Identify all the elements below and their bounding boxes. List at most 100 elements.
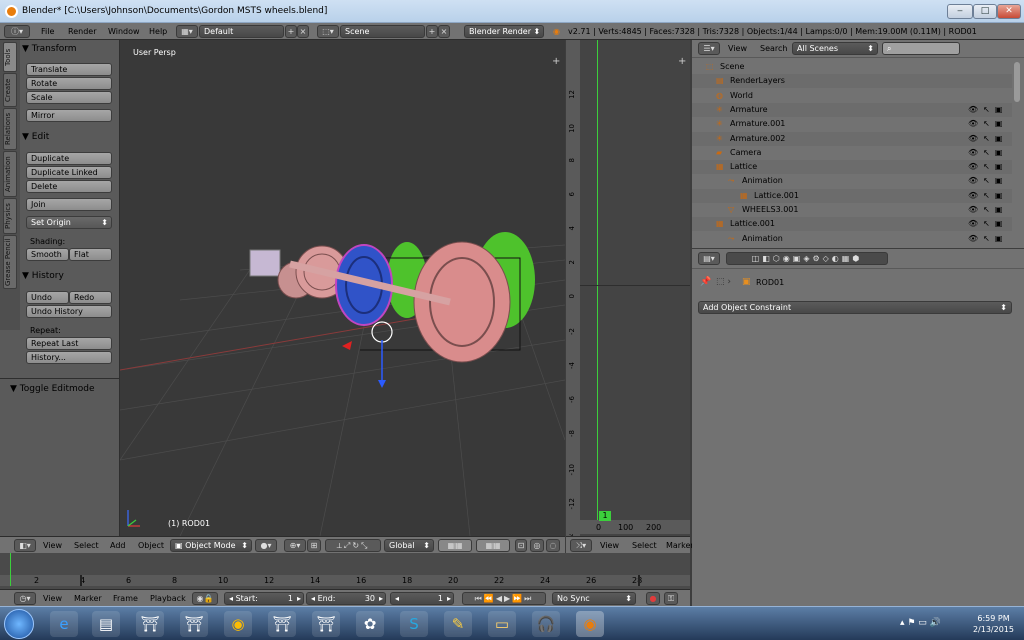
internet-explorer-icon[interactable]: e bbox=[50, 611, 78, 637]
timeline-menu-frame[interactable]: Frame bbox=[113, 594, 138, 603]
pin-icon[interactable]: 📌 bbox=[700, 277, 711, 287]
orientation-select[interactable]: Global ⬍ bbox=[384, 539, 434, 552]
outliner-row[interactable]: ✳ Armature.002 👁↖▣ bbox=[692, 131, 1012, 146]
preview-range-icon[interactable]: ◉🔒 bbox=[192, 592, 218, 605]
visibility-icons[interactable]: 👁↖▣ bbox=[968, 103, 1007, 117]
undo-history-button[interactable]: Undo History bbox=[26, 305, 112, 318]
menu-file[interactable]: File bbox=[41, 27, 54, 36]
outliner-row[interactable]: ✳ Armature 👁↖▣ bbox=[692, 102, 1012, 117]
outliner-row[interactable]: ▤ RenderLayers bbox=[692, 74, 1012, 89]
visibility-icons[interactable]: 👁↖▣ bbox=[968, 146, 1007, 160]
screen-layout-field[interactable]: Default bbox=[199, 25, 284, 38]
blender-taskbar-icon[interactable]: ◉ bbox=[576, 611, 604, 637]
properties-editor-icon[interactable]: ▤▾ bbox=[698, 252, 720, 265]
scene-field[interactable]: Scene bbox=[340, 25, 425, 38]
add-layout-icon[interactable]: + bbox=[285, 25, 297, 38]
graph-expand-icon[interactable]: + bbox=[678, 56, 686, 67]
graph-editor-icon[interactable]: ⤨▾ bbox=[570, 539, 592, 552]
layers-grid-1[interactable]: ▦▦ bbox=[438, 539, 472, 552]
3d-viewport[interactable]: User Persp (1) ROD01 + bbox=[120, 40, 565, 536]
tab-create[interactable]: Create bbox=[3, 73, 17, 107]
join-button[interactable]: Join bbox=[26, 198, 112, 211]
repeat-last-button[interactable]: Repeat Last bbox=[26, 337, 112, 350]
expand-properties-icon[interactable]: + bbox=[552, 56, 560, 67]
audio-icon[interactable]: 🎧 bbox=[532, 611, 560, 637]
translate-button[interactable]: Translate bbox=[26, 63, 112, 76]
outliner-display-mode[interactable]: All Scenes ⬍ bbox=[792, 42, 878, 55]
timeline-menu-playback[interactable]: Playback bbox=[150, 594, 186, 603]
viewport-menu-object[interactable]: Object bbox=[138, 541, 164, 550]
mirror-button[interactable]: Mirror bbox=[26, 109, 112, 122]
x-manipulator-head[interactable] bbox=[342, 341, 352, 350]
remove-layout-icon[interactable]: × bbox=[297, 25, 309, 38]
visibility-icons[interactable]: 👁↖▣ bbox=[968, 203, 1007, 217]
outliner-row[interactable]: ▦ Lattice.001 👁↖▣ bbox=[692, 188, 1012, 203]
app-icon-5[interactable]: ✿ bbox=[356, 611, 384, 637]
duplicate-button[interactable]: Duplicate bbox=[26, 152, 112, 165]
visibility-icons[interactable]: 👁↖▣ bbox=[968, 132, 1007, 146]
scale-button[interactable]: Scale bbox=[26, 91, 112, 104]
set-origin-select[interactable]: Set Origin ⬍ bbox=[26, 216, 112, 229]
render-engine-select[interactable]: Blender Render ⬍ bbox=[464, 25, 544, 38]
outliner-row[interactable]: ▰ Camera 👁↖▣ bbox=[692, 146, 1012, 160]
scene-icon[interactable]: ⬚▾ bbox=[317, 25, 339, 38]
outliner-search-input[interactable]: ⌕ bbox=[882, 42, 960, 55]
manipulator-modes[interactable]: ⟂⤢↻⤡ bbox=[325, 539, 381, 552]
lock-layers-icon[interactable]: ⊡ bbox=[515, 539, 527, 552]
timeline-menu-view[interactable]: View bbox=[43, 594, 62, 603]
transform-panel-header[interactable]: ▼ Transform bbox=[22, 42, 118, 56]
app-icon-1[interactable]: ⛩ bbox=[136, 611, 164, 637]
duplicate-linked-button[interactable]: Duplicate Linked bbox=[26, 166, 112, 179]
graph-menu-select[interactable]: Select bbox=[632, 541, 657, 550]
outliner-row[interactable]: ▽ WHEELS3.001 👁↖▣ bbox=[692, 203, 1012, 217]
manipulator-toggle-icon[interactable]: ⊞ bbox=[307, 539, 321, 552]
edit-panel-header[interactable]: ▼ Edit bbox=[22, 130, 118, 144]
outliner-row[interactable]: ◍ World bbox=[692, 89, 1012, 103]
tab-relations[interactable]: Relations bbox=[3, 108, 17, 150]
visibility-icons[interactable]: 👁↖▣ bbox=[968, 217, 1007, 231]
viewport-editor-icon[interactable]: ◧▾ bbox=[14, 539, 36, 552]
graph-menu-marker[interactable]: Marker bbox=[666, 541, 694, 550]
pivot-point-icon[interactable]: ⊕▾ bbox=[284, 539, 306, 552]
visibility-icons[interactable]: 👁↖▣ bbox=[968, 232, 1007, 246]
tab-grease-pencil[interactable]: Grease Pencil bbox=[3, 235, 17, 289]
screen-layout-icon[interactable]: ▦▾ bbox=[176, 25, 198, 38]
visibility-icons[interactable]: 👁↖▣ bbox=[968, 174, 1007, 188]
chrome-icon[interactable]: ◉ bbox=[224, 611, 252, 637]
graph-menu-view[interactable]: View bbox=[600, 541, 619, 550]
viewport-shading-icon[interactable]: ●▾ bbox=[255, 539, 277, 552]
current-frame-field[interactable]: ◂ 1 ▸ bbox=[390, 592, 454, 605]
render-preview-icon[interactable]: ◎ bbox=[530, 539, 544, 552]
outliner-menu-view[interactable]: View bbox=[728, 44, 747, 53]
rotate-button[interactable]: Rotate bbox=[26, 77, 112, 90]
playback-controls[interactable]: ⏮⏪◀▶⏩⏭ bbox=[462, 592, 546, 605]
outliner-scrollbar[interactable] bbox=[1014, 62, 1020, 102]
tab-animation[interactable]: Animation bbox=[3, 151, 17, 197]
media-icon[interactable]: ▤ bbox=[92, 611, 120, 637]
visibility-icons[interactable]: 👁↖▣ bbox=[968, 189, 1007, 203]
outliner-row[interactable]: ✳ Armature.001 👁↖▣ bbox=[692, 117, 1012, 131]
outliner-row[interactable]: ⤳ Animation 👁↖▣ bbox=[692, 174, 1012, 188]
visibility-icons[interactable]: 👁↖▣ bbox=[968, 117, 1007, 131]
outliner-editor-icon[interactable]: ☰▾ bbox=[698, 42, 720, 55]
tab-physics[interactable]: Physics bbox=[3, 198, 17, 234]
app-icon-6[interactable]: ✎ bbox=[444, 611, 472, 637]
keying-set-icon[interactable]: ⚿ bbox=[664, 592, 678, 605]
start-button[interactable] bbox=[4, 609, 34, 639]
delete-button[interactable]: Delete bbox=[26, 180, 112, 193]
graph-panel[interactable]: 121086420-2-4-6-8-10-12-14 0 100 200 1 + bbox=[566, 40, 690, 543]
outliner-row[interactable]: ▦ Lattice.001 👁↖▣ bbox=[692, 217, 1012, 232]
snap-icon[interactable]: ◌ bbox=[546, 539, 560, 552]
layers-grid-2[interactable]: ▦▦ bbox=[476, 539, 510, 552]
start-frame-field[interactable]: ◂ Start: 1 ▸ bbox=[224, 592, 304, 605]
outliner-menu-search[interactable]: Search bbox=[760, 44, 787, 53]
editor-type-icon[interactable]: ⓘ▾ bbox=[4, 25, 30, 38]
undo-button[interactable]: Undo bbox=[26, 291, 69, 304]
explorer-icon[interactable]: ▭ bbox=[488, 611, 516, 637]
viewport-menu-add[interactable]: Add bbox=[110, 541, 126, 550]
app-icon-4[interactable]: ⛩ bbox=[312, 611, 340, 637]
history-button[interactable]: History... bbox=[26, 351, 112, 364]
outliner-row[interactable]: ⬚ Scene bbox=[692, 60, 1012, 74]
z-manipulator-head[interactable] bbox=[378, 380, 386, 388]
timeline-menu-marker[interactable]: Marker bbox=[74, 594, 102, 603]
